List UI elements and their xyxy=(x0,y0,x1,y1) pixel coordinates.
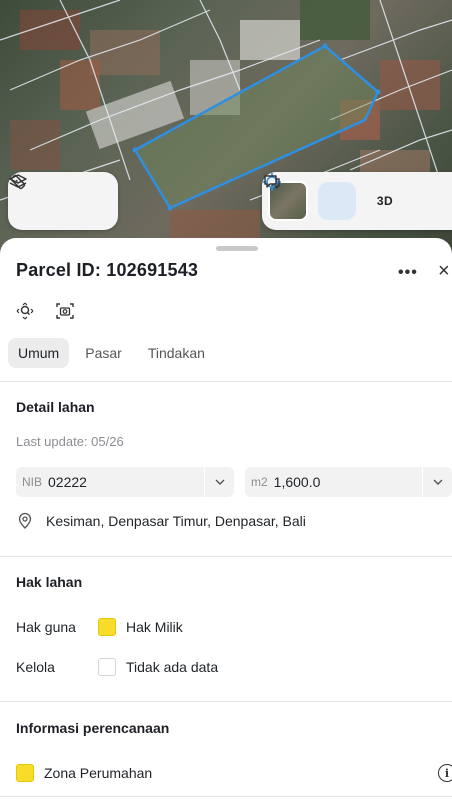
nib-dropdown-button[interactable] xyxy=(204,467,234,497)
sheet-grabber[interactable] xyxy=(216,246,258,251)
hak-section-title: Hak lahan xyxy=(16,574,83,590)
divider xyxy=(0,381,452,382)
hak-guna-label: Hak guna xyxy=(16,619,76,635)
parcel-title: Parcel ID: 102691543 xyxy=(16,260,199,280)
zone-row: Zona Perumahan xyxy=(16,764,152,782)
kelola-row: Kelola Tidak ada data xyxy=(16,658,218,676)
zoom-to-parcel-icon xyxy=(16,302,34,320)
chevron-down-icon xyxy=(215,479,224,485)
detail-section-title: Detail lahan xyxy=(16,399,95,415)
area-field[interactable]: m2 1,600.0 xyxy=(245,467,452,497)
tab-pasar[interactable]: Pasar xyxy=(75,338,132,368)
close-button[interactable]: × xyxy=(438,260,450,283)
kelola-label: Kelola xyxy=(16,659,55,675)
area-value: 1,600.0 xyxy=(273,474,321,490)
zoom-to-parcel-button[interactable] xyxy=(14,300,36,322)
3d-label: 3D xyxy=(376,194,394,208)
measure-button[interactable] xyxy=(10,174,110,220)
divider xyxy=(0,796,452,797)
screenshot-button[interactable] xyxy=(54,300,76,322)
hak-guna-swatch xyxy=(98,618,116,636)
area-dropdown-button[interactable] xyxy=(422,467,452,497)
nib-field[interactable]: NIB 02222 xyxy=(16,467,234,497)
ruler-icon xyxy=(10,174,26,190)
tab-umum[interactable]: Umum xyxy=(8,338,70,368)
chat-button[interactable] xyxy=(264,175,452,220)
location-pin-icon xyxy=(18,512,32,529)
chat-icon xyxy=(264,175,280,189)
planning-section-title: Informasi perencanaan xyxy=(16,720,170,736)
more-options-button[interactable]: ••• xyxy=(398,264,418,282)
address-text: Kesiman, Denpasar Timur, Denpasar, Bali xyxy=(46,513,306,529)
parcel-detail-sheet: Parcel ID: 102691543 ••• × Umum Pasar Ti… xyxy=(0,238,452,804)
action-icon-row xyxy=(14,300,76,322)
kelola-swatch xyxy=(98,658,116,676)
locate-button[interactable] xyxy=(263,173,356,220)
camera-frame-icon xyxy=(56,303,74,319)
nib-prefix: NIB xyxy=(22,475,43,489)
hak-guna-row: Hak guna Hak Milik xyxy=(16,618,183,636)
info-icon[interactable]: i xyxy=(438,764,452,782)
kelola-value: Tidak ada data xyxy=(126,659,219,675)
zone-value: Zona Perumahan xyxy=(44,765,153,781)
map-controls-right: 3D xyxy=(262,172,452,230)
area-prefix: m2 xyxy=(251,475,268,489)
map-controls-left xyxy=(8,172,118,230)
address-row: Kesiman, Denpasar Timur, Denpasar, Bali xyxy=(16,512,306,530)
chevron-down-icon xyxy=(433,479,442,485)
3d-mode-button[interactable]: 3D xyxy=(366,182,404,220)
divider xyxy=(0,556,452,557)
tab-bar: Umum Pasar Tindakan xyxy=(8,338,215,368)
tab-tindakan[interactable]: Tindakan xyxy=(138,338,215,368)
divider xyxy=(0,701,452,702)
nib-value: 02222 xyxy=(48,474,87,490)
zone-swatch xyxy=(16,764,34,782)
map-view[interactable]: 3D xyxy=(0,0,452,262)
last-update-text: Last update: 05/26 xyxy=(16,434,124,449)
hak-guna-value: Hak Milik xyxy=(126,619,183,635)
